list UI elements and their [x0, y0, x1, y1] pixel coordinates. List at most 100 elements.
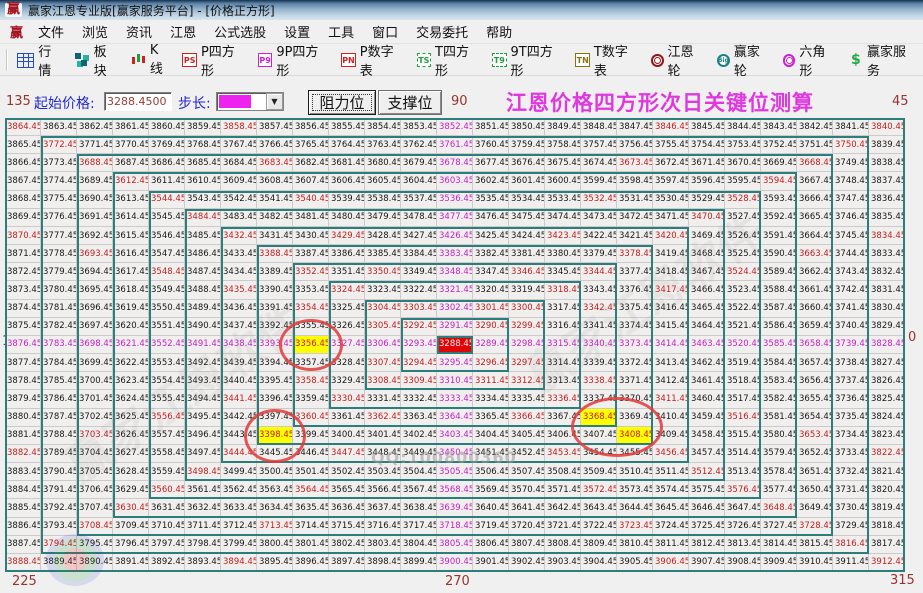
price-cell[interactable]: 3473.45	[581, 208, 617, 227]
price-cell[interactable]: 3621.45	[113, 335, 149, 355]
price-cell[interactable]: 3809.45	[581, 535, 617, 554]
price-cell[interactable]: 3478.45	[401, 208, 437, 227]
price-cell[interactable]: 3583.45	[761, 372, 797, 391]
price-cell[interactable]: 3755.45	[653, 136, 689, 155]
price-cell[interactable]: 3535.45	[473, 190, 509, 209]
price-cell[interactable]: 3440.45	[221, 372, 257, 391]
price-cell[interactable]: 3684.45	[221, 154, 257, 173]
price-cell[interactable]: 3818.45	[869, 517, 905, 536]
price-cell[interactable]: 3575.45	[689, 481, 725, 500]
price-cell[interactable]: 3801.45	[293, 535, 329, 554]
price-cell[interactable]: 3511.45	[653, 463, 689, 482]
price-cell[interactable]: 3834.45	[869, 226, 905, 246]
price-cell[interactable]: 3593.45	[761, 190, 797, 209]
price-cell[interactable]: 3325.45	[329, 299, 365, 318]
price-cell[interactable]: 3790.45	[41, 463, 77, 482]
price-cell[interactable]: 3661.45	[797, 281, 833, 300]
price-cell[interactable]: 3810.45	[617, 535, 653, 554]
price-cell[interactable]: 3304.45	[365, 299, 401, 318]
price-cell[interactable]: 3492.45	[185, 354, 221, 373]
price-cell[interactable]: 3872.45	[5, 263, 41, 282]
price-cell[interactable]: 3585.45	[761, 335, 797, 355]
menu-item-1[interactable]: 浏览	[73, 20, 117, 43]
price-cell[interactable]: 3648.45	[761, 499, 797, 518]
price-cell[interactable]: 3664.45	[797, 226, 833, 246]
price-cell[interactable]: 3675.45	[545, 154, 581, 173]
price-cell[interactable]: 3431.45	[257, 226, 293, 246]
price-cell[interactable]: 3422.45	[581, 226, 617, 246]
price-cell[interactable]: 3748.45	[833, 172, 869, 191]
price-cell[interactable]: 3749.45	[833, 154, 869, 173]
price-cell[interactable]: 3341.45	[581, 317, 617, 336]
price-cell[interactable]: 3740.45	[833, 317, 869, 336]
price-cell[interactable]: 3784.45	[41, 354, 77, 373]
price-cell[interactable]: 3877.45	[5, 354, 41, 373]
price-cell[interactable]: 3766.45	[257, 136, 293, 155]
price-cell[interactable]: 3543.45	[185, 190, 221, 209]
price-cell[interactable]: 3343.45	[581, 281, 617, 300]
price-cell[interactable]: 3864.45	[5, 118, 41, 137]
price-cell[interactable]: 3865.45	[5, 136, 41, 155]
price-cell[interactable]: 3563.45	[257, 481, 293, 500]
price-cell[interactable]: 3746.45	[833, 208, 869, 227]
price-cell[interactable]: 3667.45	[797, 172, 833, 191]
price-cell[interactable]: 3815.45	[797, 535, 833, 554]
price-cell[interactable]: 3632.45	[185, 499, 221, 518]
price-cell[interactable]: 3857.45	[257, 118, 293, 137]
price-cell[interactable]: 3536.45	[437, 190, 473, 209]
price-cell[interactable]: 3577.45	[761, 481, 797, 500]
price-cell[interactable]: 3663.45	[797, 245, 833, 264]
price-cell[interactable]: 3455.45	[617, 444, 653, 464]
price-cell[interactable]: 3426.45	[437, 226, 473, 246]
price-cell[interactable]: 3894.45	[221, 553, 257, 572]
price-cell[interactable]: 3668.45	[797, 154, 833, 173]
price-cell[interactable]: 3811.45	[653, 535, 689, 554]
price-cell[interactable]: 3318.45	[545, 281, 581, 300]
price-cell[interactable]: 3444.45	[221, 444, 257, 464]
price-cell[interactable]: 3500.45	[257, 463, 293, 482]
price-cell[interactable]: 3687.45	[113, 154, 149, 173]
price-cell[interactable]: 3401.45	[365, 426, 401, 445]
price-cell[interactable]: 3588.45	[761, 281, 797, 300]
price-cell[interactable]: 3885.45	[5, 499, 41, 518]
price-cell[interactable]: 3517.45	[725, 390, 761, 409]
price-cell[interactable]: 3330.45	[329, 390, 365, 409]
price-cell[interactable]: 3682.45	[293, 154, 329, 173]
price-cell[interactable]: 3561.45	[185, 481, 221, 500]
price-cell[interactable]: 3778.45	[41, 245, 77, 264]
price-cell[interactable]: 3316.45	[545, 317, 581, 336]
price-cell[interactable]: 3910.45	[797, 553, 833, 572]
menu-item-0[interactable]: 文件	[29, 20, 73, 43]
price-cell[interactable]: 3698.45	[77, 335, 113, 355]
price-cell[interactable]: 3791.45	[41, 481, 77, 500]
price-cell[interactable]: 3531.45	[617, 190, 653, 209]
price-cell[interactable]: 3795.45	[77, 535, 113, 554]
price-cell[interactable]: 3837.45	[869, 172, 905, 191]
price-cell[interactable]: 3681.45	[329, 154, 365, 173]
price-cell[interactable]: 3619.45	[113, 299, 149, 318]
menu-item-7[interactable]: 窗口	[363, 20, 407, 43]
price-cell[interactable]: 3799.45	[221, 535, 257, 554]
price-cell[interactable]: 3307.45	[365, 354, 401, 373]
price-cell[interactable]: 3514.45	[725, 444, 761, 464]
price-cell[interactable]: 3788.45	[41, 426, 77, 445]
price-cell[interactable]: 3545.45	[149, 208, 185, 227]
price-cell[interactable]: 3889.45	[41, 553, 77, 572]
price-cell[interactable]: 3393.45	[257, 335, 293, 355]
price-cell[interactable]: 3785.45	[41, 372, 77, 391]
price-cell[interactable]: 3454.45	[581, 444, 617, 464]
price-cell[interactable]: 3819.45	[869, 499, 905, 518]
price-cell[interactable]: 3582.45	[761, 390, 797, 409]
price-cell[interactable]: 3703.45	[77, 426, 113, 445]
price-cell[interactable]: 3462.45	[689, 354, 725, 373]
price-cell[interactable]: 3348.45	[437, 263, 473, 282]
price-cell[interactable]: 3859.45	[185, 118, 221, 137]
price-cell[interactable]: 3303.45	[401, 299, 437, 318]
price-cell[interactable]: 3324.45	[329, 281, 365, 300]
price-cell[interactable]: 3466.45	[689, 281, 725, 300]
price-cell[interactable]: 3602.45	[473, 172, 509, 191]
price-cell[interactable]: 3513.45	[725, 463, 761, 482]
price-cell[interactable]: 3452.45	[509, 444, 545, 464]
price-cell[interactable]: 3710.45	[149, 517, 185, 536]
price-cell[interactable]: 3750.45	[833, 136, 869, 155]
